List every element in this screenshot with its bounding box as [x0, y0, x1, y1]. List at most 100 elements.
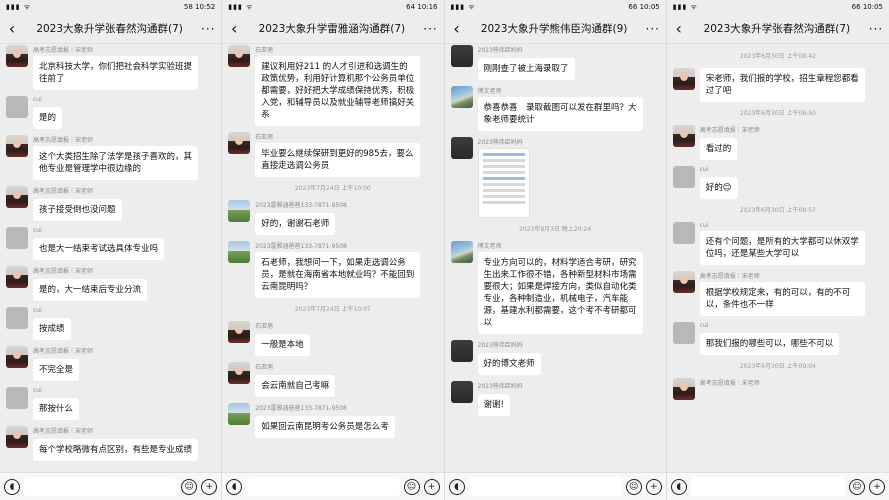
- message-row: 高考志愿填报｜宋老师 孩子接受倒也没问题: [6, 186, 215, 221]
- more-dots-icon[interactable]: ···: [199, 22, 217, 36]
- avatar[interactable]: [450, 241, 473, 263]
- message-bubble[interactable]: 那我们报的哪些可以，哪些不可以: [699, 333, 840, 355]
- image-message[interactable]: [477, 148, 530, 218]
- emoji-icon[interactable]: ☺: [403, 478, 420, 495]
- message-bubble[interactable]: 好的😊: [699, 177, 738, 199]
- message-list[interactable]: 高考志愿填报｜宋老师 北京科技大学，你们把社会科学实验班提往前了 cui 是的 高考志愿…: [0, 45, 221, 472]
- back-arrow-icon[interactable]: ‹: [226, 19, 242, 38]
- emoji-icon[interactable]: ☺: [625, 478, 642, 495]
- avatar[interactable]: [6, 387, 28, 409]
- avatar[interactable]: [228, 132, 251, 154]
- avatar[interactable]: [672, 125, 695, 147]
- back-arrow-icon[interactable]: ‹: [449, 19, 465, 38]
- back-arrow-icon[interactable]: ‹: [671, 19, 687, 38]
- message-bubble[interactable]: 宋老师，我们报的学校，招生章程您都看过了吧: [699, 68, 865, 102]
- avatar[interactable]: [450, 340, 473, 362]
- message-bubble[interactable]: 每个学校略微有点区别，有些是专业成绩: [33, 439, 198, 461]
- signal-icon: ▮▮▮ ᯤ: [450, 2, 476, 11]
- avatar[interactable]: [6, 266, 28, 288]
- timestamp: 2023年7月24日 上午10:00: [294, 185, 371, 192]
- avatar[interactable]: [672, 166, 695, 188]
- message-bubble[interactable]: 北京科技大学，你们把社会科学实验班提往前了: [33, 56, 198, 90]
- avatar[interactable]: [6, 426, 28, 448]
- sender-name: cui: [33, 387, 42, 394]
- message-bubble[interactable]: 恭喜恭喜 录取截图可以发在群里吗？大象老师要统计: [477, 97, 643, 131]
- avatar[interactable]: [672, 322, 695, 344]
- message-body: 高考志愿填报｜宋老师 每个学校略微有点区别，有些是专业成绩: [33, 426, 198, 461]
- message-bubble[interactable]: 谢谢!: [477, 394, 510, 416]
- back-arrow-icon[interactable]: ‹: [4, 19, 20, 38]
- voice-icon[interactable]: ◖: [4, 478, 20, 495]
- avatar[interactable]: [228, 45, 251, 67]
- message-bubble[interactable]: 石老师，我想问一下，如果走选调公务员，是就在海南省本地就业吗？不能回到云南昆明吗…: [255, 252, 421, 298]
- message-bubble[interactable]: 那按什么: [33, 398, 80, 420]
- sender-name: 石亚男: [255, 323, 274, 330]
- message-bubble[interactable]: 专业方向可以的，材料学适合考研，研究生出来工作很不错，各种新型材料市场需要很大；…: [477, 252, 643, 334]
- plus-icon[interactable]: +: [423, 478, 440, 495]
- avatar[interactable]: [228, 241, 251, 263]
- message-bubble[interactable]: 不完全是: [33, 359, 80, 381]
- message-list[interactable]: 石亚男 建议利用好211 的人才引进和选调生的政策优势，利用好计算机那个公务员单位…: [222, 45, 443, 472]
- message-bubble[interactable]: 好的，谢谢石老师: [255, 213, 336, 235]
- avatar[interactable]: [228, 200, 251, 222]
- voice-icon[interactable]: ◖: [226, 478, 243, 495]
- message-bubble[interactable]: 这个大类招生除了法学是孩子喜欢的，其他专业是管理学中很边缘的: [33, 146, 198, 180]
- message-bubble[interactable]: 会云南就自己考嘛: [255, 375, 336, 397]
- message-bubble[interactable]: 好的博文老师: [477, 353, 541, 375]
- plus-icon[interactable]: +: [201, 478, 218, 495]
- avatar[interactable]: [450, 381, 473, 403]
- message-list[interactable]: 2023熊伟臣妈妈 刚刚查了被上海录取了 博文老师 恭喜恭喜 录取截图可以发在群里吗？…: [445, 45, 666, 472]
- message-bubble[interactable]: 如果回云南昆明考公务员是怎么考: [255, 416, 395, 438]
- avatar[interactable]: [672, 271, 695, 293]
- avatar[interactable]: [672, 378, 695, 400]
- message-bubble[interactable]: 刚刚查了被上海录取了: [477, 58, 575, 80]
- avatar[interactable]: [228, 321, 251, 343]
- avatar[interactable]: [6, 96, 28, 118]
- message-bubble[interactable]: 根据学校规定来，有的可以，有的不可以，条件也不一样: [699, 282, 865, 316]
- plus-icon[interactable]: +: [869, 478, 885, 495]
- chat-header: ‹ 2023大象升学熊伟臣沟通群(9) ···: [444, 14, 666, 44]
- avatar[interactable]: [6, 135, 28, 157]
- avatar[interactable]: [672, 68, 695, 90]
- message-row: 2023熊伟臣妈妈 好的博文老师: [450, 340, 660, 375]
- message-bubble[interactable]: 孩子接受倒也没问题: [33, 199, 122, 221]
- avatar[interactable]: [6, 346, 28, 368]
- avatar[interactable]: [6, 307, 28, 329]
- message-bubble[interactable]: 是的，大一结束后专业分流: [33, 279, 148, 301]
- message-input[interactable]: [246, 477, 400, 496]
- avatar[interactable]: [450, 86, 473, 108]
- more-dots-icon[interactable]: ···: [422, 22, 440, 36]
- sender-name: 2023熊伟臣妈妈: [477, 139, 523, 146]
- message-bubble[interactable]: 是的: [33, 107, 63, 129]
- emoji-icon[interactable]: ☺: [849, 478, 865, 495]
- message-bubble[interactable]: 按成绩: [33, 318, 71, 340]
- message-bubble[interactable]: 毕业要么继续保研到更好的985去，要么直接走选调公务员: [255, 143, 421, 177]
- avatar[interactable]: [6, 186, 28, 208]
- voice-icon[interactable]: ◖: [448, 478, 465, 495]
- more-dots-icon[interactable]: ···: [644, 22, 662, 36]
- avatar[interactable]: [450, 137, 473, 159]
- emoji-icon[interactable]: ☺: [181, 478, 198, 495]
- avatar[interactable]: [228, 403, 251, 425]
- message-bubble[interactable]: 也是大一结束考试选具体专业吗: [33, 238, 165, 260]
- message-row: 2023熊伟臣妈妈: [450, 137, 660, 218]
- avatar[interactable]: [672, 222, 695, 244]
- message-input[interactable]: [24, 477, 178, 496]
- avatar[interactable]: [6, 227, 28, 249]
- avatar[interactable]: [6, 45, 28, 67]
- plus-icon[interactable]: +: [645, 478, 662, 495]
- message-list[interactable]: 2023年6月30日 上午08:42 宋老师，我们报的学校，招生章程您都看过了吧 2…: [667, 45, 889, 472]
- message-input[interactable]: [468, 477, 622, 496]
- avatar[interactable]: [228, 362, 251, 384]
- battery-level: 64: [406, 3, 418, 11]
- chat-panel-2: ▮▮▮ ᯤ 64 10:16 ‹ 2023大象升学雷雅涵沟通群(7) ··· 石亚男 建议利…: [222, 0, 445, 500]
- message-bubble[interactable]: 看过的: [699, 138, 738, 160]
- message-bubble[interactable]: 还有个问题，是所有的大学都可以休双学位吗，还是某些大学可以: [699, 231, 865, 265]
- message-input[interactable]: [690, 477, 845, 496]
- more-dots-icon[interactable]: ···: [867, 22, 885, 36]
- voice-icon[interactable]: ◖: [670, 478, 687, 495]
- message-body: 石亚男 建议利用好211 的人才引进和选调生的政策优势，利用好计算机那个公务员单位…: [255, 45, 421, 126]
- message-bubble[interactable]: 一般是本地: [255, 334, 310, 356]
- avatar[interactable]: [450, 45, 473, 67]
- message-bubble[interactable]: 建议利用好211 的人才引进和选调生的政策优势，利用好计算机那个公务员单位都需要…: [255, 56, 421, 126]
